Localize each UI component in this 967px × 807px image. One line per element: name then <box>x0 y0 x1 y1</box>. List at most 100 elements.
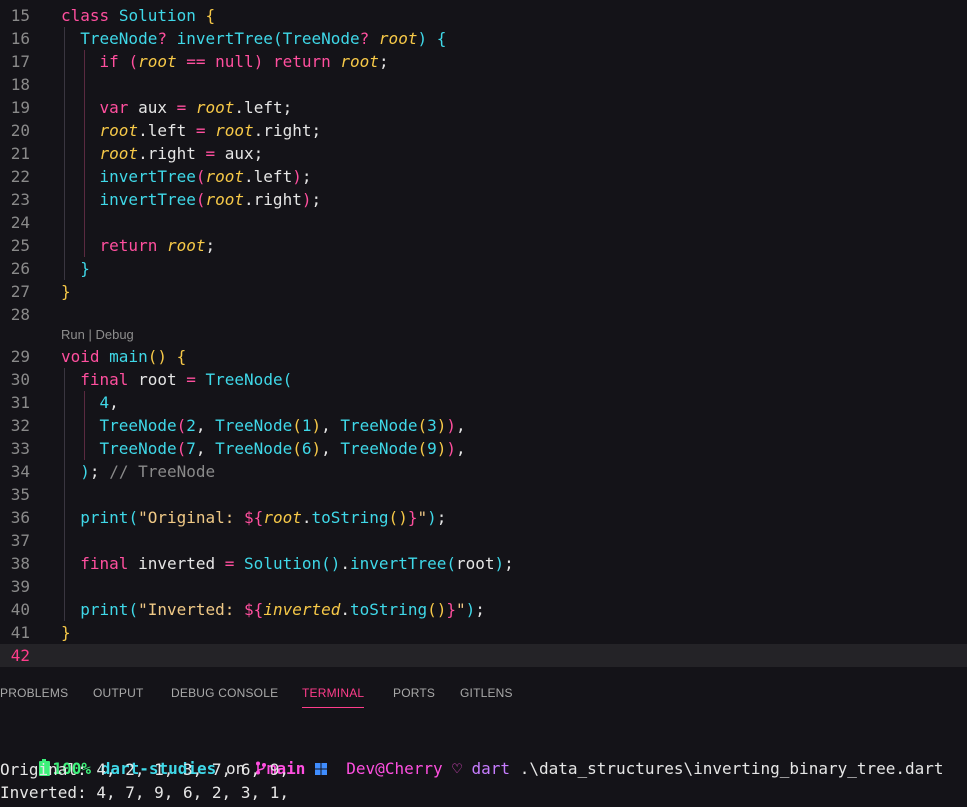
codelens-separator: | <box>84 327 96 342</box>
code-line[interactable]: 20 root.left = root.right; <box>0 119 967 142</box>
panel-tab-terminal[interactable]: TERMINAL <box>302 672 365 714</box>
code-token: . <box>340 600 351 619</box>
code-line[interactable]: 15 class Solution { <box>0 4 967 27</box>
code-token: .right <box>138 144 206 163</box>
line-number: 40 <box>10 600 30 619</box>
code-token: ( <box>128 52 139 71</box>
line-number: 32 <box>10 416 30 435</box>
indent-guide <box>84 391 85 460</box>
code-line[interactable]: 36 print("Original: ${root.toString()}")… <box>0 506 967 529</box>
code-token: { <box>176 347 187 366</box>
code-token: " <box>417 508 428 527</box>
panel-tab-output[interactable]: OUTPUT <box>93 672 144 714</box>
code-token: invertTree <box>350 554 447 573</box>
terminal-panel[interactable]: 100% dart-studies on main Dev@Cherry ♡ d… <box>0 714 967 807</box>
code-token: , <box>321 416 341 435</box>
code-token: root <box>340 52 379 71</box>
panel-tab-debug-console[interactable]: DEBUG CONSOLE <box>171 672 278 714</box>
code-token: TreeNode <box>99 439 177 458</box>
code-line[interactable]: 41} <box>0 621 967 644</box>
code-text: root.right = aux; <box>61 142 264 165</box>
code-token: , <box>109 393 119 412</box>
line-number: 42 <box>10 646 30 665</box>
panel-tab-problems[interactable]: PROBLEMS <box>0 672 68 714</box>
code-token: Solution <box>244 554 322 573</box>
code-token: == <box>186 52 206 71</box>
code-line[interactable]: 31 4, <box>0 391 967 414</box>
code-line[interactable]: 22 invertTree(root.left); <box>0 165 967 188</box>
code-token: ) <box>436 600 447 619</box>
code-token: ) <box>446 439 457 458</box>
code-line[interactable]: 34 ); // TreeNode <box>0 460 967 483</box>
panel-tab-ports[interactable]: PORTS <box>393 672 435 714</box>
code-line[interactable]: 33 TreeNode(7, TreeNode(6), TreeNode(9))… <box>0 437 967 460</box>
codelens-run[interactable]: Run <box>61 327 85 342</box>
line-number: 38 <box>10 554 30 573</box>
code-token: } <box>446 600 456 619</box>
code-line[interactable]: 28 <box>0 303 967 326</box>
panel-tab-gitlens[interactable]: GITLENS <box>460 672 513 714</box>
code-line[interactable]: 35 <box>0 483 967 506</box>
code-line[interactable]: 38 final inverted = Solution().invertTre… <box>0 552 967 575</box>
codelens: Run | Debug <box>61 326 134 344</box>
code-token: root <box>128 370 187 389</box>
code-line[interactable]: 24 <box>0 211 967 234</box>
code-line[interactable]: 25 return root; <box>0 234 967 257</box>
code-token: " <box>456 600 466 619</box>
line-number: 23 <box>10 190 30 209</box>
code-token: "Original: <box>138 508 245 527</box>
user-host: Dev@Cherry <box>346 759 443 778</box>
code-token: root <box>99 121 139 140</box>
code-text: 4, <box>61 391 119 414</box>
code-token: } <box>61 623 71 642</box>
code-token: ( <box>147 347 158 366</box>
code-line[interactable]: 30 final root = TreeNode( <box>0 368 967 391</box>
code-line[interactable]: 42 <box>0 644 967 667</box>
line-number: 33 <box>10 439 30 458</box>
code-token: ; <box>205 236 216 255</box>
code-token: TreeNode <box>99 416 177 435</box>
code-line[interactable]: 16 TreeNode? invertTree(TreeNode? root) … <box>0 27 967 50</box>
line-number: 25 <box>10 236 30 255</box>
code-line[interactable]: 39 <box>0 575 967 598</box>
code-text: } <box>61 280 71 303</box>
code-token: TreeNode <box>215 416 293 435</box>
code-token: ; <box>378 52 389 71</box>
code-token: inverted <box>263 600 341 619</box>
line-number: 18 <box>10 75 30 94</box>
code-token: ) <box>494 554 505 573</box>
code-line[interactable]: 40 print("Inverted: ${inverted.toString(… <box>0 598 967 621</box>
code-token: toString <box>311 508 389 527</box>
code-text: ); // TreeNode <box>61 460 215 483</box>
code-line[interactable]: 37 <box>0 529 967 552</box>
code-line[interactable]: 32 TreeNode(2, TreeNode(1), TreeNode(3))… <box>0 414 967 437</box>
line-number: 31 <box>10 393 30 412</box>
code-line[interactable]: 19 var aux = root.left; <box>0 96 967 119</box>
code-token: ( <box>292 439 302 458</box>
code-token: ( <box>128 600 139 619</box>
code-token: , <box>195 416 216 435</box>
code-token: null <box>215 52 254 71</box>
code-line[interactable]: 17 if (root == null) return root; <box>0 50 967 73</box>
terminal-output-line: Original: 4, 2, 1, 3, 7, 6, 9, <box>0 760 289 779</box>
code-line[interactable]: 29 void main() { <box>0 345 967 368</box>
code-line[interactable]: 26 } <box>0 257 967 280</box>
codelens-debug[interactable]: Debug <box>95 327 133 342</box>
code-token: ( <box>195 190 206 209</box>
indent-guide <box>84 50 85 257</box>
code-token: , <box>456 439 466 458</box>
code-line[interactable]: 21 root.right = aux; <box>0 142 967 165</box>
code-line[interactable]: 27} <box>0 280 967 303</box>
code-line[interactable]: 18 <box>0 73 967 96</box>
code-token: .left; <box>234 98 293 117</box>
code-token: = <box>224 554 235 573</box>
code-token: print <box>80 600 129 619</box>
code-editor[interactable]: 15 class Solution {16 TreeNode? invertTre… <box>0 0 967 672</box>
code-line[interactable]: 23 invertTree(root.right); <box>0 188 967 211</box>
